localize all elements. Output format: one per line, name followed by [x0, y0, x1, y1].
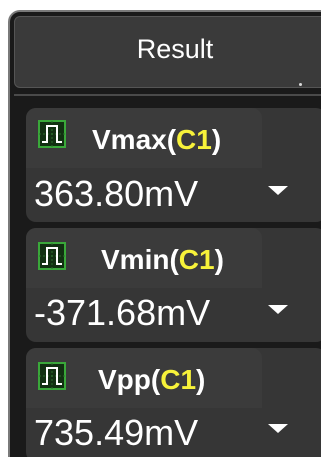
close-paren: )	[211, 124, 222, 155]
result-title: Result	[136, 34, 214, 64]
channel-label: C1	[176, 124, 212, 155]
open-paren: (	[150, 364, 161, 395]
measurement-name: Vpp	[98, 364, 151, 395]
header-separator	[14, 94, 321, 96]
triangle-down-icon[interactable]	[268, 186, 288, 195]
measurement-label-vpp: Vpp(C1)	[98, 364, 205, 396]
open-paren: (	[169, 244, 179, 275]
measurement-value-vmax: 363.80mV	[34, 173, 199, 214]
header-dot	[299, 83, 302, 86]
channel-label: C1	[160, 364, 197, 395]
measurement-name: Vmin	[101, 244, 170, 275]
measurement-value-vpp: 735.49mV	[34, 412, 199, 453]
measurement-name: Vmax	[92, 124, 167, 155]
triangle-down-icon[interactable]	[268, 424, 288, 433]
result-header[interactable]: Result	[14, 16, 321, 88]
close-paren: )	[196, 364, 206, 395]
open-paren: (	[166, 124, 177, 155]
pulse-waveform-icon	[38, 120, 66, 148]
measurement-result-screen: Result Vmax(C1) 363.80mV Vmin(C1) -371.6…	[0, 0, 321, 457]
measurement-label-vmin: Vmin(C1)	[101, 244, 224, 276]
triangle-down-icon[interactable]	[268, 305, 288, 314]
channel-label: C1	[178, 244, 215, 275]
measurement-label-vmax: Vmax(C1)	[92, 124, 221, 156]
pulse-waveform-icon	[38, 362, 66, 390]
close-paren: )	[214, 244, 224, 275]
pulse-waveform-icon	[38, 242, 66, 270]
measurement-value-vmin: -371.68mV	[34, 292, 211, 333]
